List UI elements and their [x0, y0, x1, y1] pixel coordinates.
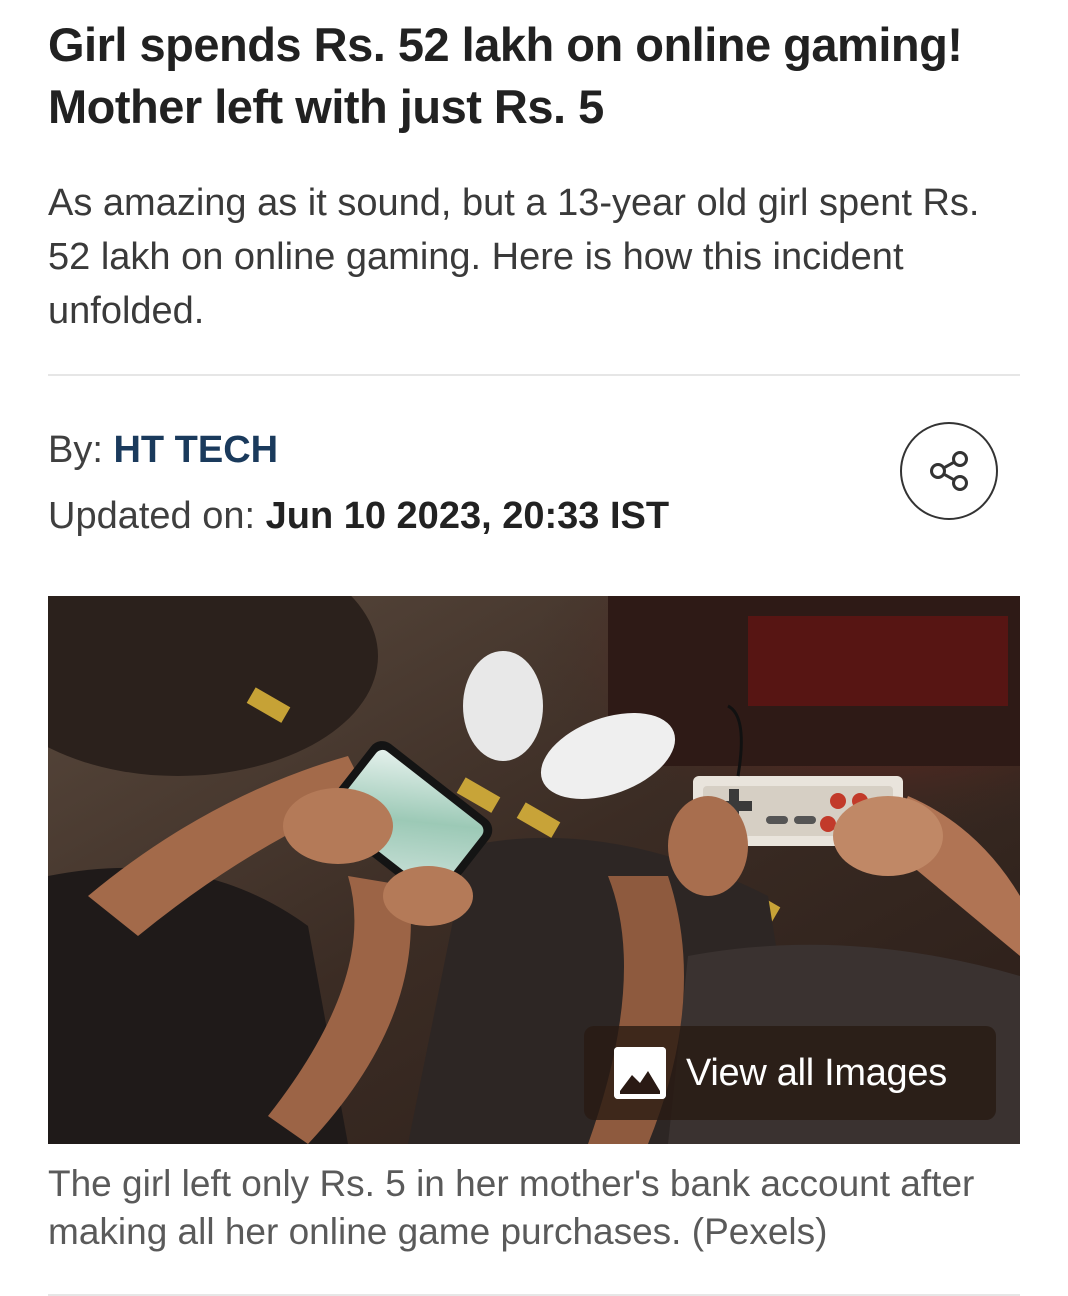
view-all-images-button[interactable]: View all Images [584, 1026, 996, 1120]
article-image[interactable]: View all Images [48, 596, 1020, 1144]
updated-timestamp: Updated on: Jun 10 2023, 20:33 IST [48, 494, 1020, 538]
image-gallery-icon [614, 1047, 666, 1099]
share-icon [930, 451, 968, 491]
byline-prefix: By: [48, 429, 114, 471]
share-button[interactable] [900, 422, 998, 520]
byline-row: By: HT TECH Updated on: Jun 10 2023, 20:… [48, 422, 1020, 548]
byline: By: HT TECH [48, 428, 1020, 472]
updated-date: Jun 10 2023, 20:33 IST [265, 495, 670, 537]
image-caption: The girl left only Rs. 5 in her mother's… [48, 1163, 975, 1252]
updated-prefix: Updated on: [48, 495, 266, 537]
divider [48, 374, 1020, 376]
article: Girl spends Rs. 52 lakh on online gaming… [48, 0, 1020, 1296]
author-link[interactable]: HT TECH [113, 429, 278, 471]
article-summary: As amazing as it sound, but a 13-year ol… [48, 182, 980, 332]
view-all-images-label: View all Images [686, 1051, 947, 1094]
article-headline: Girl spends Rs. 52 lakh on online gaming… [48, 18, 963, 133]
